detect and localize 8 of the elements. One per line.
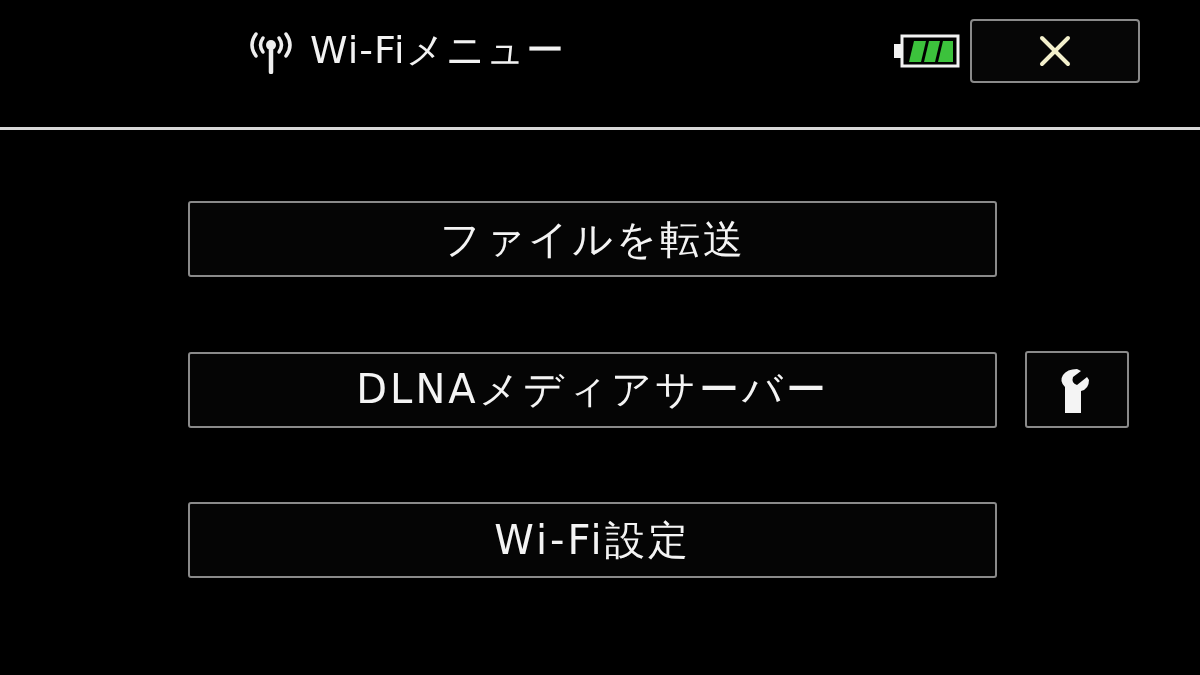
close-icon	[1039, 34, 1071, 67]
battery-icon	[893, 33, 961, 68]
settings-button[interactable]	[1025, 351, 1129, 428]
menu-button[interactable]: DLNAメディアサーバー	[188, 351, 997, 428]
menu-button[interactable]: ファイルを転送	[188, 201, 997, 277]
screen-title: Wi-Fiメニュー	[310, 27, 565, 74]
menu-button[interactable]: Wi-Fi設定	[188, 502, 997, 578]
close-button[interactable]	[970, 18, 1140, 83]
